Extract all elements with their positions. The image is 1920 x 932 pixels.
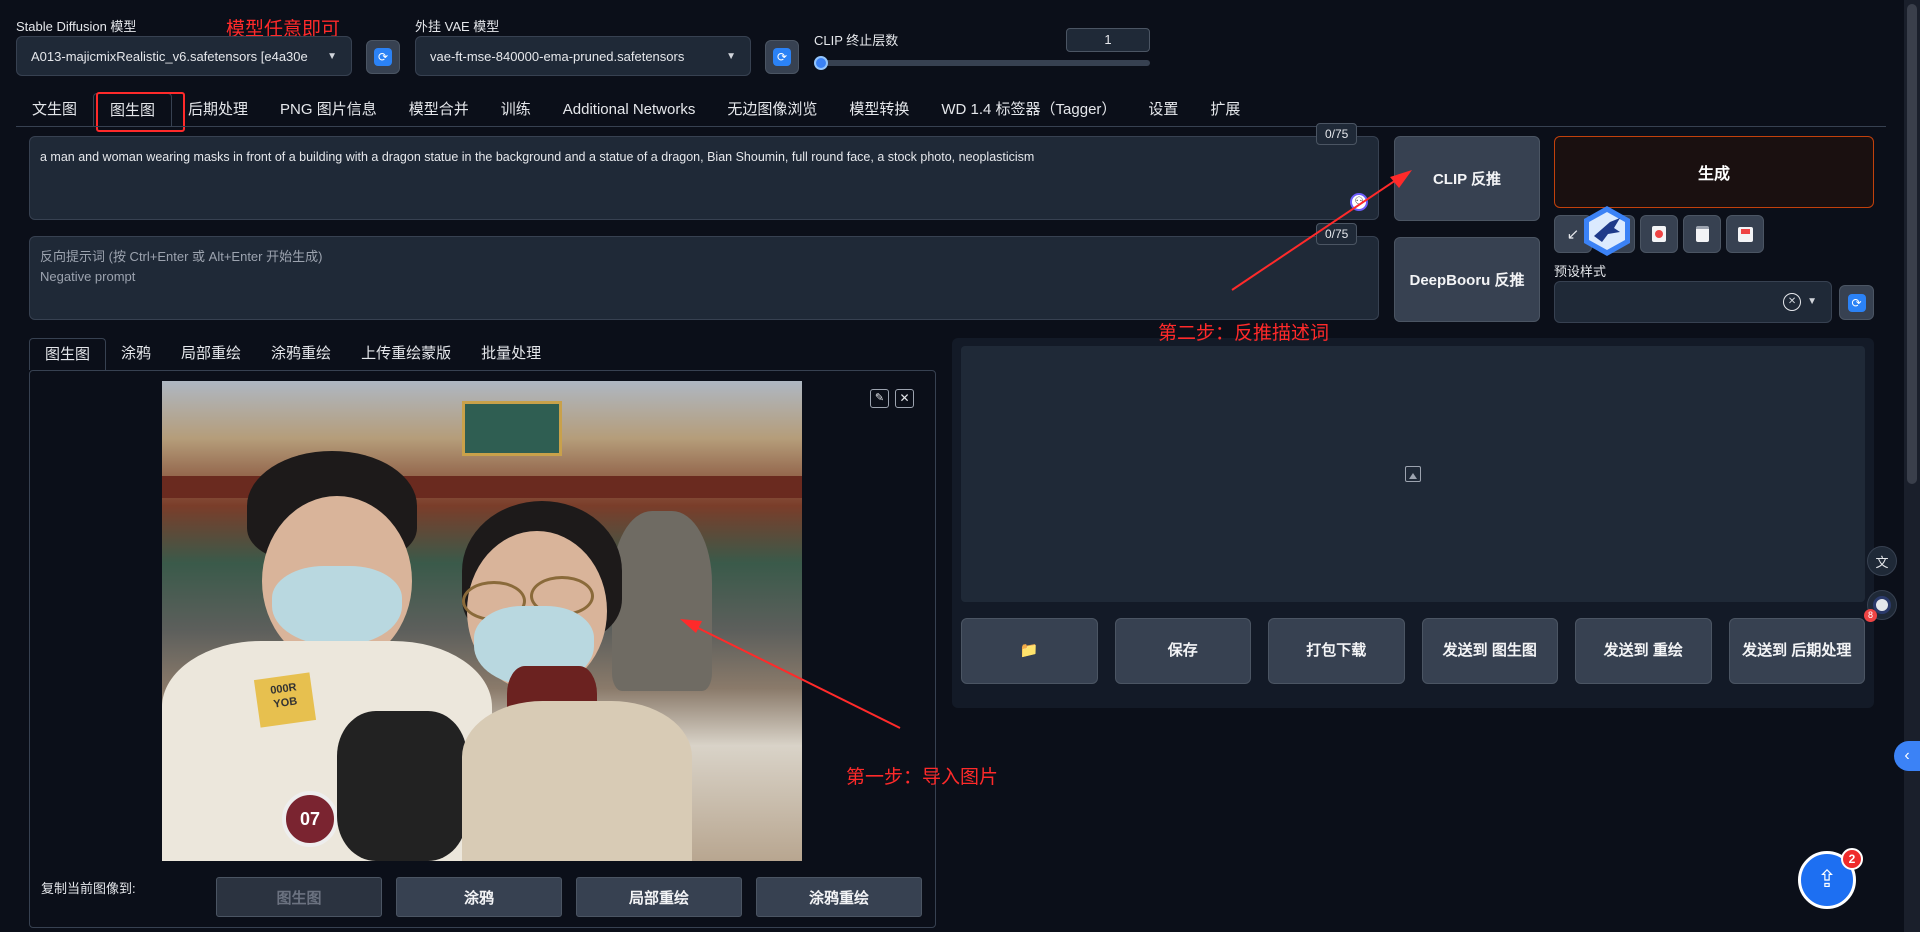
translate-icon[interactable]: 文 bbox=[1867, 546, 1897, 576]
scrollbar-thumb[interactable] bbox=[1907, 4, 1917, 484]
cloud-upload-icon: ⇪ bbox=[1816, 866, 1838, 893]
arrow-step2 bbox=[1231, 175, 1403, 291]
arrow-step1 bbox=[691, 624, 901, 729]
scrollbar-track[interactable] bbox=[1904, 0, 1920, 932]
collapse-sidebar-icon[interactable]: ‹ bbox=[1894, 741, 1920, 771]
avatar-widget[interactable]: 8 bbox=[1864, 590, 1897, 622]
avatar-badge: 8 bbox=[1864, 609, 1877, 622]
annotation-arrows bbox=[680, 170, 1412, 729]
upload-button[interactable]: ⇪ 2 bbox=[1798, 848, 1863, 909]
step2-annotation: 第二步：反推描述词 bbox=[1158, 322, 1330, 344]
arrowhead-step2 bbox=[1390, 170, 1412, 188]
arrowhead-step1 bbox=[680, 619, 702, 633]
upload-badge: 2 bbox=[1841, 848, 1863, 870]
step1-annotation: 第一步：导入图片 bbox=[846, 766, 999, 788]
